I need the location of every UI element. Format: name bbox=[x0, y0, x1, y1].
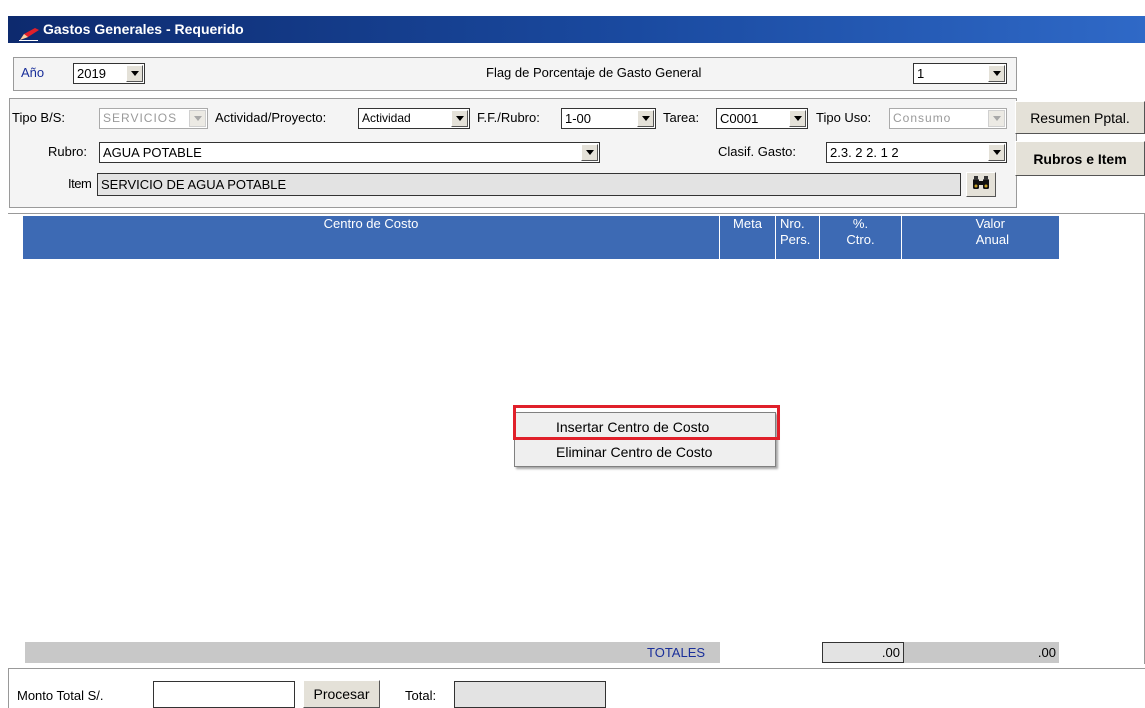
rubros-item-button[interactable]: Rubros e Item bbox=[1015, 141, 1145, 176]
highlight-box bbox=[513, 405, 780, 440]
rubro-select[interactable]: AGUA POTABLE bbox=[99, 142, 600, 163]
chevron-down-icon[interactable] bbox=[637, 110, 654, 127]
actividad-label: Actividad/Proyecto: bbox=[215, 110, 327, 125]
total-label: Total: bbox=[405, 688, 437, 703]
tipo-uso-select[interactable]: Consumo bbox=[889, 108, 1007, 129]
monto-total-label: Monto Total S/. bbox=[17, 688, 104, 703]
chevron-down-icon[interactable] bbox=[789, 110, 806, 127]
flag-label: Flag de Porcentaje de Gasto General bbox=[486, 65, 702, 80]
chevron-down-icon[interactable] bbox=[451, 110, 468, 127]
search-item-button[interactable] bbox=[966, 172, 996, 197]
ff-rubro-label: F.F./Rubro: bbox=[477, 110, 540, 125]
rubro-label: Rubro: bbox=[48, 144, 88, 159]
tipo-bs-label: Tipo B/S: bbox=[12, 110, 65, 125]
col-nro-pers[interactable]: Nro. Pers. bbox=[776, 216, 820, 259]
binoculars-icon bbox=[972, 176, 990, 193]
monto-total-input[interactable] bbox=[153, 681, 295, 708]
totals-bar bbox=[25, 642, 720, 663]
resumen-pptal-button[interactable]: Resumen Pptal. bbox=[1015, 101, 1145, 134]
chevron-down-icon[interactable] bbox=[988, 144, 1005, 161]
totales-label: TOTALES bbox=[647, 645, 706, 660]
col-centro-costo[interactable]: Centro de Costo bbox=[23, 216, 720, 259]
title-bar: Gastos Generales - Requerido bbox=[8, 16, 1145, 43]
item-field[interactable]: SERVICIO DE AGUA POTABLE bbox=[97, 173, 961, 196]
col-meta[interactable]: Meta bbox=[720, 216, 776, 259]
actividad-select[interactable]: Actividad bbox=[358, 108, 470, 129]
col-valor-anual[interactable]: Valor Anual bbox=[902, 216, 1059, 259]
chevron-down-icon[interactable] bbox=[581, 144, 598, 161]
total-ctro-field: .00 bbox=[822, 642, 904, 663]
chevron-down-icon[interactable] bbox=[189, 110, 206, 127]
total-anual-field: .00 bbox=[904, 642, 1059, 663]
procesar-button[interactable]: Procesar bbox=[303, 680, 380, 708]
chevron-down-icon[interactable] bbox=[126, 65, 143, 82]
window-title: Gastos Generales - Requerido bbox=[43, 21, 244, 37]
tipo-bs-select[interactable]: SERVICIOS bbox=[99, 108, 208, 129]
flag-select[interactable]: 1 bbox=[913, 63, 1007, 84]
chevron-down-icon[interactable] bbox=[988, 110, 1005, 127]
grid-header: Centro de Costo Meta Nro. Pers. %. Ctro.… bbox=[23, 216, 1059, 259]
clasif-gasto-select[interactable]: 2.3. 2 2. 1 2 bbox=[826, 142, 1007, 163]
item-label: Item bbox=[68, 176, 92, 191]
tarea-select[interactable]: C0001 bbox=[716, 108, 808, 129]
chevron-down-icon[interactable] bbox=[988, 65, 1005, 82]
tarea-label: Tarea: bbox=[663, 110, 700, 125]
menu-item-eliminar[interactable]: Eliminar Centro de Costo bbox=[515, 440, 775, 465]
clasif-gasto-label: Clasif. Gasto: bbox=[718, 144, 797, 159]
ff-rubro-select[interactable]: 1-00 bbox=[561, 108, 656, 129]
anio-select[interactable]: 2019 bbox=[73, 63, 145, 84]
pencil-icon bbox=[18, 23, 40, 41]
col-pct-ctro[interactable]: %. Ctro. bbox=[820, 216, 902, 259]
anio-label: Año bbox=[21, 65, 45, 80]
total-field bbox=[454, 681, 606, 708]
tipo-uso-label: Tipo Uso: bbox=[816, 110, 872, 125]
